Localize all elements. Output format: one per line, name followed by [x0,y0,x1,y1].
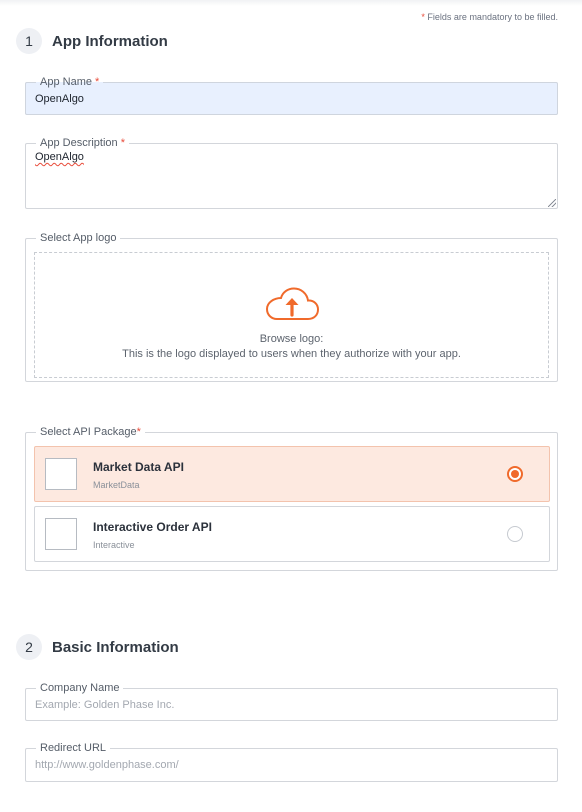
app-description-field[interactable]: App Description * OpenAlgo [25,137,558,209]
step-number: 1 [16,28,42,54]
app-logo-label: Select App logo [40,232,117,244]
step-number: 2 [16,634,42,660]
redirect-url-field[interactable]: Redirect URL http://www.goldenphase.com/ [25,742,558,782]
package-radio-selected[interactable] [507,466,523,482]
company-name-label: Company Name [40,682,120,694]
cloud-upload-icon [263,285,321,325]
redirect-url-input[interactable]: http://www.goldenphase.com/ [26,754,557,776]
section-app-information: 1 App Information [16,28,168,54]
redirect-url-label: Redirect URL [40,742,107,754]
app-description-textarea[interactable]: OpenAlgo [26,149,557,164]
section-title: App Information [52,32,168,50]
package-radio[interactable] [507,526,523,542]
section-title: Basic Information [52,638,179,656]
logo-drop-zone[interactable]: Browse logo: This is the logo displayed … [34,252,549,378]
package-option-market-data[interactable]: Market Data API MarketData [34,446,550,502]
top-shadow [0,0,582,6]
browse-logo-hint: This is the logo displayed to users when… [122,348,461,360]
resize-handle[interactable] [548,199,556,207]
section-basic-information: 2 Basic Information [16,634,179,660]
mandatory-notice-text: Fields are mandatory to be filled. [427,12,558,22]
package-title: Market Data API [93,460,184,474]
package-title: Interactive Order API [93,520,212,534]
app-name-field[interactable]: App Name * OpenAlgo [25,76,558,115]
spellcheck-word: OpenAlgo [35,151,84,163]
package-logo-placeholder [45,458,77,490]
app-logo-field: Select App logo Browse logo: This is the… [25,232,558,382]
api-package-label: Select API Package* [40,426,141,438]
mandatory-notice: * Fields are mandatory to be filled. [421,12,558,22]
company-name-field[interactable]: Company Name Example: Golden Phase Inc. [25,682,558,721]
company-name-input[interactable]: Example: Golden Phase Inc. [26,694,557,716]
app-name-label: App Name * [40,76,100,88]
required-star: * [421,12,425,22]
package-subtitle: MarketData [93,480,140,490]
app-description-label: App Description * [40,137,125,149]
package-option-interactive-order[interactable]: Interactive Order API Interactive [34,506,550,562]
api-package-field: Select API Package* Market Data API Mark… [25,426,558,571]
package-logo-placeholder [45,518,77,550]
browse-logo-title: Browse logo: [259,333,324,345]
package-subtitle: Interactive [93,540,135,550]
app-name-input[interactable]: OpenAlgo [26,88,557,110]
